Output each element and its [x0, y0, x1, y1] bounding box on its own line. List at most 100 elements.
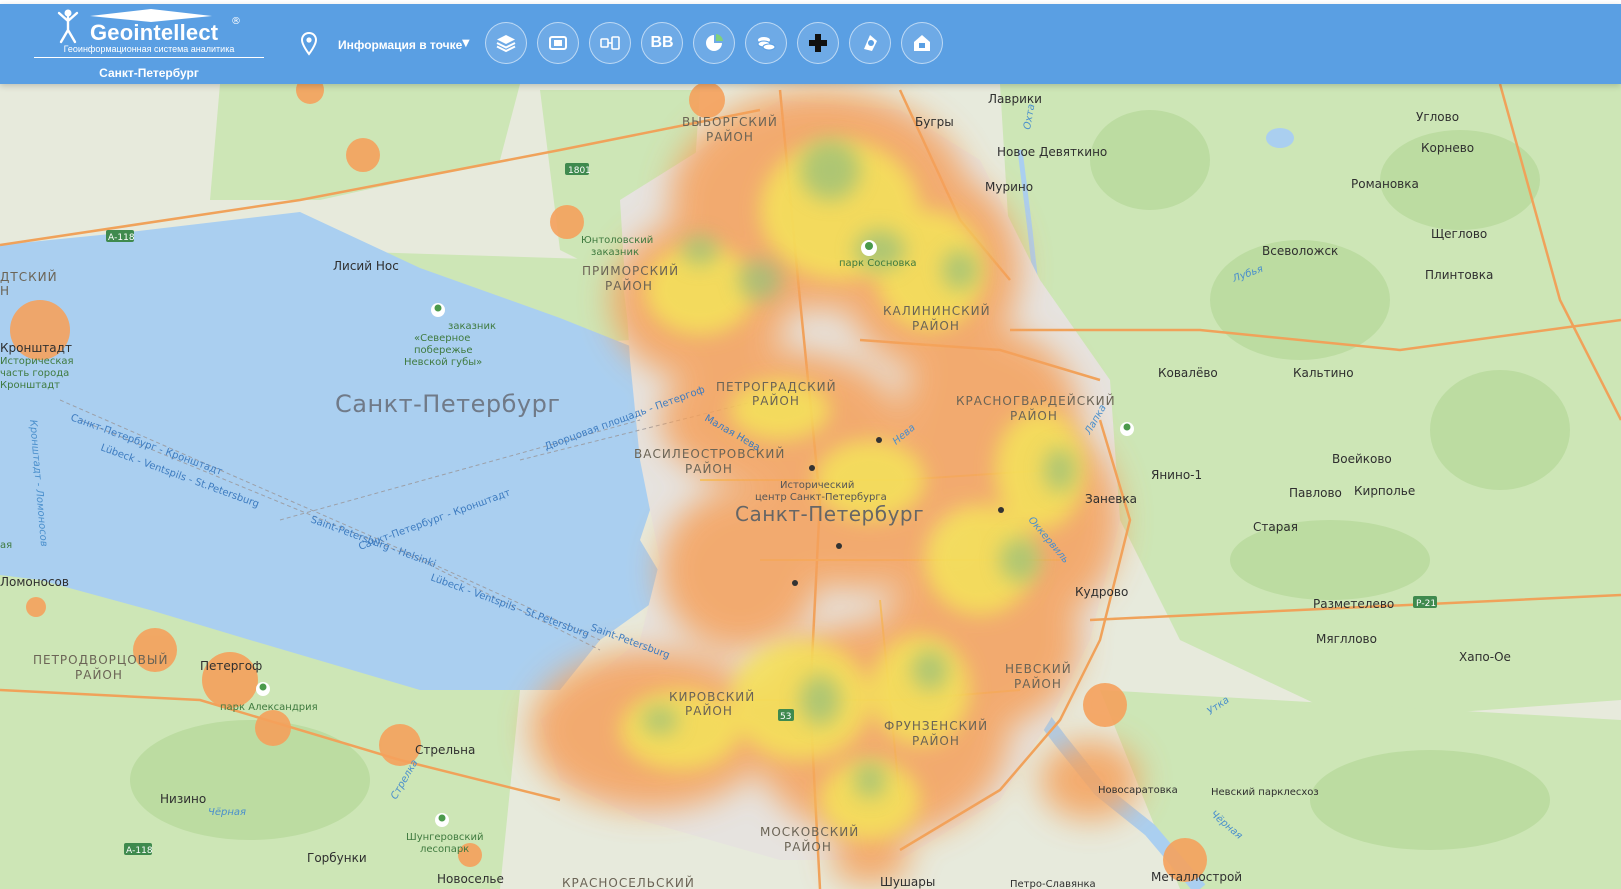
location-pin-icon[interactable]: [301, 32, 317, 56]
place-label: Заневка: [1085, 492, 1137, 506]
park-label: Юнтоловский: [581, 235, 653, 246]
park-label: Исторический: [780, 480, 854, 491]
place-label: Кальтино: [1293, 366, 1354, 380]
place-label: Плинтовка: [1425, 268, 1493, 282]
park-label: центр Санкт-Петербурга: [755, 492, 887, 503]
park-label: побережье: [414, 345, 473, 356]
park-label: Историческая: [0, 356, 74, 367]
park-label: парк Александрия: [220, 702, 318, 713]
tree-icon: [435, 813, 449, 827]
place-label: Стрельна: [415, 743, 475, 757]
tree-icon: [431, 303, 445, 317]
place-label: Металлострой: [1151, 870, 1242, 884]
district-label: РАЙОН: [685, 461, 733, 476]
place-label: Всеволожск: [1262, 244, 1338, 258]
bb-icon: BB: [650, 34, 674, 51]
coins-icon: [757, 37, 776, 51]
layers-button[interactable]: [485, 22, 527, 64]
logo-registered-mark: ®: [231, 16, 241, 27]
metro-icon: [792, 580, 798, 586]
house-button[interactable]: [901, 22, 943, 64]
bb-button[interactable]: BB: [641, 22, 683, 64]
logo[interactable]: Geointellect ® Геоинформационная система…: [34, 6, 264, 82]
road-shield: 53: [780, 712, 791, 722]
district-label: РАЙОН: [784, 839, 832, 854]
district-label: НЕВСКИЙ: [1005, 661, 1072, 676]
place-label: Кирполье: [1354, 484, 1415, 498]
place-label: Кронштадт: [0, 341, 72, 355]
layers-icon: [496, 35, 516, 53]
place-label: Воейково: [1332, 452, 1392, 466]
district-label: РАЙОН: [912, 733, 960, 748]
park-label: Кронштадт: [0, 380, 60, 391]
district-label: РАЙОН: [1014, 676, 1062, 691]
city-name: Санкт-Петербург: [99, 66, 199, 80]
place-label: Петергоф: [200, 659, 262, 673]
park-label: Шунгеровский: [406, 832, 483, 843]
place-label: Лисий Нос: [333, 259, 399, 273]
coins-button[interactable]: [745, 22, 787, 64]
place-label: Шушары: [880, 875, 935, 889]
city-label-center: Санкт-Петербург: [735, 502, 924, 526]
map-canvas[interactable]: Санкт-Петербург Санкт-Петербург ВЫБОРГСК…: [0, 84, 1621, 889]
pharmacy-button[interactable]: [797, 22, 839, 64]
place-label: Горбунки: [307, 851, 367, 865]
metro-icon: [836, 543, 842, 549]
place-label: Корнево: [1421, 141, 1474, 155]
place-label: Мягллово: [1316, 632, 1377, 646]
district-label: РАЙОН: [706, 129, 754, 144]
district-label: РАЙОН: [752, 393, 800, 408]
place-label: Лаврики: [988, 92, 1042, 106]
map-svg[interactable]: Санкт-Петербург Санкт-Петербург ВЫБОРГСК…: [0, 84, 1621, 889]
place-label: Углово: [1416, 110, 1459, 124]
place-label: Бугры: [915, 115, 954, 129]
place-label: Невский парклесхоз: [1211, 787, 1319, 798]
place-label: Хапо-Ое: [1459, 650, 1511, 664]
lens-button[interactable]: [849, 22, 891, 64]
road-shield: А-118: [108, 233, 135, 243]
district-label: ФРУНЗЕНСКИЙ: [884, 718, 988, 733]
district-label: ДТСКИЙ: [0, 269, 58, 284]
park-label: часть города: [0, 368, 69, 379]
place-label: Кудрово: [1075, 585, 1128, 599]
park-label: ая: [0, 540, 12, 551]
city-label: Санкт-Петербург: [335, 390, 560, 418]
place-label: Новое Девяткино: [997, 145, 1107, 159]
logo-name: Geointellect: [90, 20, 219, 45]
place-label: Янино-1: [1151, 468, 1202, 482]
lake: [1266, 128, 1294, 148]
district-label: РАЙОН: [75, 667, 123, 682]
place-label: Новоселье: [437, 872, 504, 886]
tree-icon: [256, 682, 270, 696]
place-label: Павлово: [1289, 486, 1342, 500]
place-label: Ковалёво: [1158, 366, 1218, 380]
place-label: Старая: [1253, 520, 1298, 534]
park-label: лесопарк: [420, 844, 469, 855]
logo-figure-icon: [57, 9, 79, 44]
chart-icon: [706, 34, 723, 51]
place-label: Петро-Славянка: [1010, 879, 1096, 889]
metro-icon: [876, 437, 882, 443]
place-label: Романовка: [1351, 177, 1419, 191]
park-label: «Северное: [414, 333, 470, 344]
district-label: КРАСНОСЕЛЬСКИЙ: [562, 875, 695, 889]
district-label: ПРИМОРСКИЙ: [582, 263, 679, 278]
district-label: КИРОВСКИЙ: [669, 689, 755, 704]
place-label: Разметелево: [1313, 597, 1394, 611]
logo-subtitle: Геоинформационная система аналитика: [34, 44, 264, 58]
point-info-select[interactable]: Информация в точке: [338, 38, 462, 52]
district-label: ВЫБОРГСКИЙ: [682, 114, 778, 129]
district-label: ПЕТРОГРАДСКИЙ: [716, 379, 837, 394]
card-button[interactable]: [537, 22, 579, 64]
park-label: заказник: [448, 321, 496, 332]
exchange-button[interactable]: [589, 22, 631, 64]
district-label: ВАСИЛЕОСТРОВСКИЙ: [634, 446, 785, 461]
place-label: Щеглово: [1431, 227, 1487, 241]
place-label: Мурино: [985, 180, 1033, 194]
district-label: РАЙОН: [685, 703, 733, 718]
chevron-down-icon[interactable]: ▼: [462, 38, 470, 49]
tree-icon: [861, 240, 877, 256]
chart-button[interactable]: [693, 22, 735, 64]
district-label: МОСКОВСКИЙ: [760, 824, 859, 839]
metro-icon: [809, 465, 815, 471]
